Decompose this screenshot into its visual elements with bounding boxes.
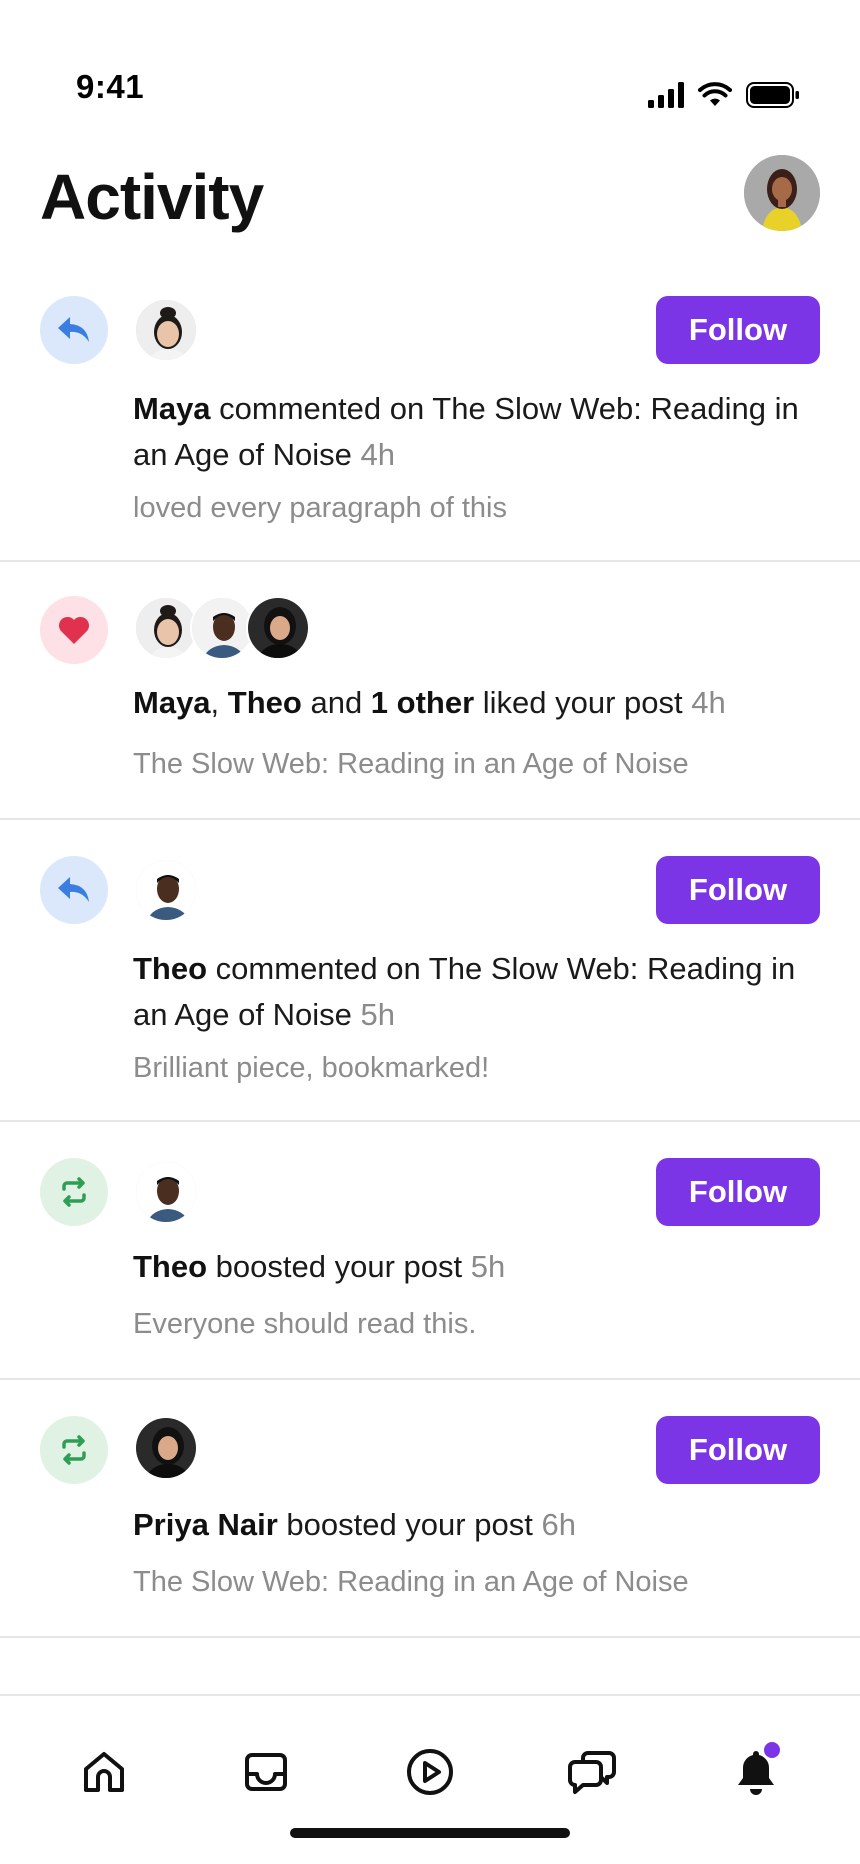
activity-item[interactable]: Follow Theo commented on The Slow Web: R… <box>0 820 860 1122</box>
avatar-priya[interactable] <box>246 596 310 660</box>
actor-name[interactable]: Theo <box>228 685 302 720</box>
messages-icon <box>568 1751 616 1794</box>
avatar-theo[interactable] <box>190 596 254 660</box>
avatar-theo[interactable] <box>134 1160 198 1224</box>
home-icon <box>84 1752 124 1792</box>
activity-text: Maya commented on The Slow Web: Reading … <box>133 386 824 478</box>
activity-snippet[interactable]: The Slow Web: Reading in an Age of Noise <box>133 744 824 784</box>
activity-action: liked your post <box>474 685 683 720</box>
avatar-priya[interactable] <box>134 1416 198 1480</box>
home-indicator <box>290 1828 570 1838</box>
heart-icon <box>58 616 90 644</box>
status-icons <box>648 80 800 110</box>
activity-item[interactable]: Follow Priya Nair boosted your post 6h T… <box>0 1380 860 1638</box>
reply-icon <box>58 317 89 342</box>
actor-avatars <box>134 1160 198 1224</box>
activity-snippet: Everyone should read this. <box>133 1308 477 1340</box>
activity-text: Theo commented on The Slow Web: Reading … <box>133 946 824 1038</box>
activity-item[interactable]: Follow Maya commented on The Slow Web: R… <box>0 270 860 562</box>
actor-avatars <box>134 298 198 362</box>
activity-item[interactable]: Follow Theo boosted your post 5h Everyon… <box>0 1122 860 1380</box>
nav-home[interactable] <box>72 1740 136 1804</box>
inbox-icon <box>245 1753 287 1791</box>
activity-action: boosted your post <box>277 1507 533 1542</box>
separator: and <box>301 685 371 720</box>
reply-icon <box>58 877 89 902</box>
status-time: 9:41 <box>76 68 145 105</box>
separator: , <box>210 685 228 720</box>
boost-icon <box>62 1177 86 1207</box>
status-bar: 9:41 <box>0 0 860 130</box>
activity-time: 4h <box>360 437 395 472</box>
nav-notifications[interactable] <box>724 1740 788 1804</box>
boost-badge <box>40 1158 108 1226</box>
others-count[interactable]: 1 other <box>371 685 474 720</box>
actor-name[interactable]: Maya <box>133 391 211 426</box>
activity-time: 5h <box>360 997 395 1032</box>
boost-badge <box>40 1416 108 1484</box>
avatar-theo[interactable] <box>134 858 198 922</box>
play-icon <box>407 1749 453 1795</box>
notification-dot <box>762 1740 782 1760</box>
cellular-signal-icon <box>648 82 684 108</box>
like-badge <box>40 596 108 664</box>
battery-icon <box>746 82 799 108</box>
actor-name[interactable]: Theo <box>133 1249 207 1284</box>
activity-snippet[interactable]: The Slow Web: Reading in an Age of Noise <box>133 1562 824 1602</box>
reply-badge <box>40 296 108 364</box>
activity-item[interactable]: Maya, Theo and 1 other liked your post 4… <box>0 562 860 820</box>
actor-avatars <box>134 1416 198 1480</box>
header: Activity <box>0 140 860 250</box>
nav-messages[interactable] <box>560 1740 624 1804</box>
avatar-maya[interactable] <box>134 298 198 362</box>
actor-avatars <box>134 858 198 922</box>
follow-button[interactable]: Follow <box>656 856 820 924</box>
actor-name[interactable]: Theo <box>133 951 207 986</box>
follow-button[interactable]: Follow <box>656 1416 820 1484</box>
wifi-icon <box>698 82 732 106</box>
activity-snippet: loved every paragraph of this <box>133 492 507 524</box>
activity-text: Maya, Theo and 1 other liked your post 4… <box>133 680 824 726</box>
avatar-image <box>744 155 820 231</box>
reply-badge <box>40 856 108 924</box>
activity-time: 4h <box>691 685 726 720</box>
follow-button[interactable]: Follow <box>656 1158 820 1226</box>
actor-name[interactable]: Priya Nair <box>133 1507 278 1542</box>
boost-icon <box>62 1435 86 1465</box>
nav-inbox[interactable] <box>234 1740 298 1804</box>
actor-avatars <box>134 596 310 660</box>
page-title: Activity <box>40 161 264 233</box>
avatar-maya[interactable] <box>134 596 198 660</box>
activity-text: Priya Nair boosted your post 6h <box>133 1502 824 1548</box>
nav-play[interactable] <box>398 1740 462 1804</box>
activity-action: commented on The Slow Web: Reading in an… <box>133 391 799 472</box>
profile-avatar[interactable] <box>744 155 820 231</box>
activity-text: Theo boosted your post 5h <box>133 1244 824 1290</box>
bottom-nav <box>0 1694 860 1864</box>
activity-time: 6h <box>541 1507 576 1542</box>
follow-button[interactable]: Follow <box>656 296 820 364</box>
activity-snippet: Brilliant piece, bookmarked! <box>133 1052 490 1084</box>
actor-name[interactable]: Maya <box>133 685 211 720</box>
activity-action: boosted your post <box>207 1249 463 1284</box>
activity-time: 5h <box>470 1249 506 1284</box>
activity-action: commented on The Slow Web: Reading in an… <box>133 951 796 1032</box>
